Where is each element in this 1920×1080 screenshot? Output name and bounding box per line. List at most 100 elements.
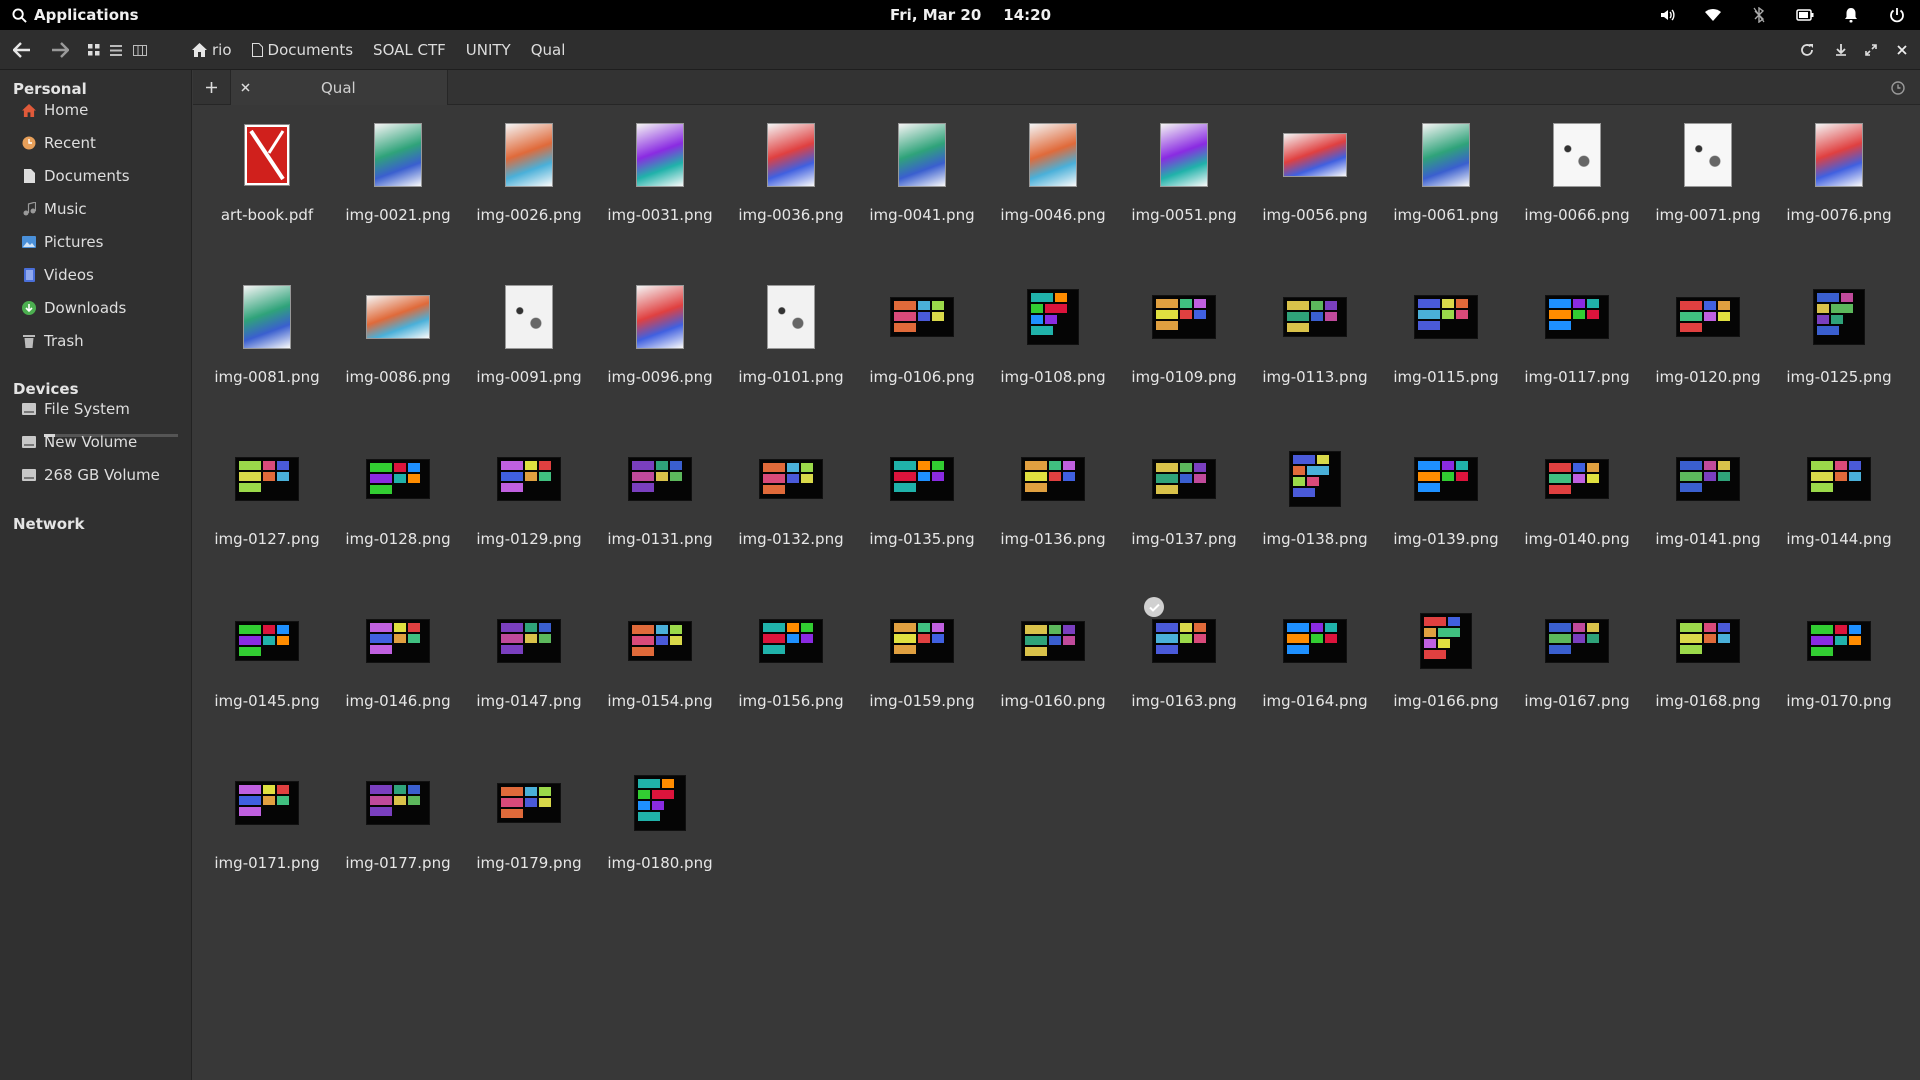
sidebar-item-label: Videos xyxy=(44,266,94,284)
sidebar-item-downloads[interactable]: Downloads xyxy=(22,296,182,320)
file-name: img-0081.png xyxy=(214,368,320,386)
clock[interactable]: Fri, Mar 20 14:20 xyxy=(890,0,1051,30)
file-item[interactable]: img-0141.png xyxy=(1646,431,1770,581)
tab-qual[interactable]: Qual xyxy=(230,70,448,105)
applications-menu[interactable]: Applications xyxy=(0,6,139,24)
file-item[interactable]: img-0177.png xyxy=(336,755,460,905)
file-item[interactable]: img-0046.png xyxy=(991,107,1115,257)
close-tab-button[interactable] xyxy=(233,70,257,105)
file-item[interactable]: img-0128.png xyxy=(336,431,460,581)
file-item[interactable]: img-0096.png xyxy=(598,269,722,419)
closed-tabs-history-button[interactable] xyxy=(1886,70,1910,105)
file-item[interactable]: img-0036.png xyxy=(729,107,853,257)
file-item[interactable]: img-0106.png xyxy=(860,269,984,419)
icon-view-button[interactable] xyxy=(84,30,104,70)
file-item[interactable]: img-0138.png xyxy=(1253,431,1377,581)
new-tab-button[interactable] xyxy=(199,70,223,105)
file-name: img-0120.png xyxy=(1655,368,1761,386)
sidebar-section-network[interactable]: Network xyxy=(13,515,84,533)
file-item[interactable]: img-0170.png xyxy=(1777,593,1901,743)
file-item[interactable]: img-0071.png xyxy=(1646,107,1770,257)
breadcrumb-qual[interactable]: Qual xyxy=(521,30,576,70)
file-item[interactable]: img-0145.png xyxy=(205,593,329,743)
file-item[interactable]: img-0091.png xyxy=(467,269,591,419)
breadcrumb-unity[interactable]: UNITY xyxy=(456,30,521,70)
back-button[interactable] xyxy=(8,30,36,70)
sidebar-item-new-volume[interactable]: New Volume xyxy=(22,430,182,454)
breadcrumb-documents[interactable]: Documents xyxy=(242,30,364,70)
image-thumbnail xyxy=(205,599,329,683)
sidebar-item-268gb-volume[interactable]: 268 GB Volume xyxy=(22,463,182,487)
file-item[interactable]: img-0031.png xyxy=(598,107,722,257)
file-item[interactable]: img-0156.png xyxy=(729,593,853,743)
file-item[interactable]: img-0120.png xyxy=(1646,269,1770,419)
file-item[interactable]: img-0066.png xyxy=(1515,107,1639,257)
bluetooth-icon[interactable] xyxy=(1736,0,1782,30)
file-item[interactable]: img-0061.png xyxy=(1384,107,1508,257)
minimize-button[interactable] xyxy=(1830,30,1852,70)
file-item[interactable]: img-0166.png xyxy=(1384,593,1508,743)
file-item[interactable]: img-0159.png xyxy=(860,593,984,743)
file-item[interactable]: img-0140.png xyxy=(1515,431,1639,581)
file-item[interactable]: img-0125.png xyxy=(1777,269,1901,419)
file-item[interactable]: img-0056.png xyxy=(1253,107,1377,257)
file-item[interactable]: img-0171.png xyxy=(205,755,329,905)
file-item[interactable]: img-0041.png xyxy=(860,107,984,257)
file-item[interactable]: img-0021.png xyxy=(336,107,460,257)
wifi-icon[interactable] xyxy=(1690,0,1736,30)
file-item[interactable]: img-0147.png xyxy=(467,593,591,743)
file-item[interactable]: img-0109.png xyxy=(1122,269,1246,419)
file-item[interactable]: img-0154.png xyxy=(598,593,722,743)
file-item[interactable]: img-0101.png xyxy=(729,269,853,419)
sidebar-item-pictures[interactable]: Pictures xyxy=(22,230,182,254)
file-item[interactable]: img-0146.png xyxy=(336,593,460,743)
file-item[interactable]: img-0168.png xyxy=(1646,593,1770,743)
file-item[interactable]: img-0132.png xyxy=(729,431,853,581)
file-item[interactable]: img-0127.png xyxy=(205,431,329,581)
volume-icon[interactable] xyxy=(1644,0,1690,30)
file-item[interactable]: img-0117.png xyxy=(1515,269,1639,419)
sidebar-item-trash[interactable]: Trash xyxy=(22,329,182,353)
file-item[interactable]: img-0113.png xyxy=(1253,269,1377,419)
column-view-button[interactable] xyxy=(130,30,150,70)
file-item[interactable]: art-book.pdf xyxy=(205,107,329,257)
file-item[interactable]: img-0136.png xyxy=(991,431,1115,581)
file-item[interactable]: img-0108.png xyxy=(991,269,1115,419)
close-button[interactable] xyxy=(1891,30,1913,70)
sidebar-item-music[interactable]: Music xyxy=(22,197,182,221)
file-item[interactable]: img-0164.png xyxy=(1253,593,1377,743)
file-item[interactable]: img-0129.png xyxy=(467,431,591,581)
file-item[interactable]: img-0139.png xyxy=(1384,431,1508,581)
sidebar-item-recent[interactable]: Recent xyxy=(22,131,182,155)
file-item[interactable]: img-0167.png xyxy=(1515,593,1639,743)
file-item[interactable]: img-0076.png xyxy=(1777,107,1901,257)
image-thumbnail xyxy=(729,275,853,359)
file-item[interactable]: img-0179.png xyxy=(467,755,591,905)
file-item[interactable]: img-0137.png xyxy=(1122,431,1246,581)
file-item[interactable]: img-0144.png xyxy=(1777,431,1901,581)
file-item[interactable]: img-0135.png xyxy=(860,431,984,581)
maximize-button[interactable] xyxy=(1860,30,1882,70)
file-item[interactable]: img-0026.png xyxy=(467,107,591,257)
sidebar-item-file-system[interactable]: File System xyxy=(22,397,182,421)
reload-button[interactable] xyxy=(1795,30,1819,70)
sidebar-item-videos[interactable]: Videos xyxy=(22,263,182,287)
file-item[interactable]: img-0131.png xyxy=(598,431,722,581)
forward-button[interactable] xyxy=(46,30,74,70)
file-item[interactable]: img-0086.png xyxy=(336,269,460,419)
file-item[interactable]: img-0180.png xyxy=(598,755,722,905)
file-item[interactable]: img-0051.png xyxy=(1122,107,1246,257)
file-item[interactable]: img-0081.png xyxy=(205,269,329,419)
sidebar-item-documents[interactable]: Documents xyxy=(22,164,182,188)
file-item[interactable]: img-0115.png xyxy=(1384,269,1508,419)
list-view-button[interactable] xyxy=(106,30,126,70)
file-item[interactable]: img-0160.png xyxy=(991,593,1115,743)
battery-icon[interactable] xyxy=(1782,0,1828,30)
selected-check-icon[interactable] xyxy=(1144,597,1164,617)
notifications-icon[interactable] xyxy=(1828,0,1874,30)
file-item[interactable]: img-0163.png xyxy=(1122,593,1246,743)
power-icon[interactable] xyxy=(1874,0,1920,30)
breadcrumb-soal-ctf[interactable]: SOAL CTF xyxy=(363,30,456,70)
breadcrumb-home[interactable]: rio xyxy=(182,30,242,70)
sidebar-item-home[interactable]: Home xyxy=(22,98,182,122)
